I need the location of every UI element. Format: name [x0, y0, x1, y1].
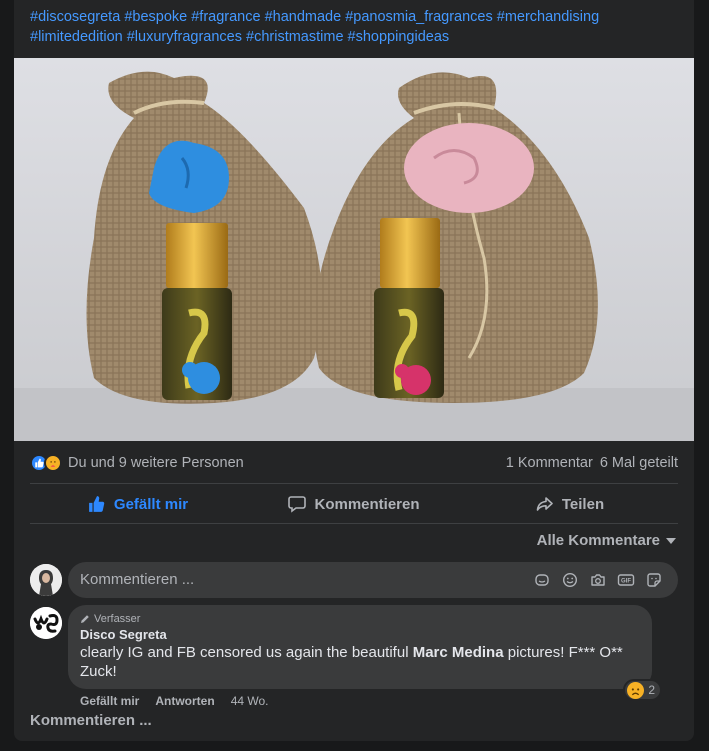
comments-filter-label: Alle Kommentare — [536, 532, 660, 549]
comment-input-box[interactable]: GIF — [68, 561, 678, 598]
author-badge: Verfasser — [80, 613, 640, 625]
sticker-icon[interactable] — [528, 566, 556, 594]
hashtag-link[interactable]: #limitededition — [30, 29, 123, 45]
comment-text-start: clearly IG and FB censored us again the … — [80, 644, 413, 661]
comment-input[interactable] — [80, 571, 528, 588]
emoji-icon[interactable] — [556, 566, 584, 594]
share-label: Teilen — [561, 495, 605, 513]
reaction-summary[interactable]: Du und 9 weitere Personen — [68, 455, 244, 471]
hashtag-link[interactable]: #shoppingideas — [348, 29, 450, 45]
hashtag-link[interactable]: #handmade — [265, 9, 342, 25]
hashtag-link[interactable]: #merchandising — [497, 9, 599, 25]
hashtag-link[interactable]: #discosegreta — [30, 9, 120, 25]
comment-meta: Gefällt mir Antworten 44 Wo. — [80, 694, 285, 708]
camera-icon[interactable] — [584, 566, 612, 594]
caret-down-icon — [666, 537, 676, 544]
comment-reaction-count: 2 — [648, 683, 655, 697]
comment-composer: GIF — [30, 561, 678, 598]
user-avatar[interactable] — [30, 563, 62, 596]
comment-button[interactable]: Kommentieren — [246, 485, 462, 523]
comment-icon — [288, 495, 307, 513]
post-photo[interactable] — [14, 58, 694, 441]
comment-reply-link[interactable]: Antworten — [155, 694, 214, 708]
divider — [30, 523, 678, 524]
svg-text:GIF: GIF — [621, 578, 631, 584]
comment-count[interactable]: 1 Kommentar — [506, 455, 593, 471]
comment-like-link[interactable]: Gefällt mir — [80, 694, 139, 708]
mention-link[interactable]: Marc Medina — [413, 644, 504, 661]
care-icon — [44, 454, 62, 472]
gif-icon[interactable]: GIF — [612, 566, 640, 594]
comments-filter-dropdown[interactable]: Alle Kommentare — [537, 532, 676, 549]
share-count[interactable]: 6 Mal geteilt — [600, 455, 678, 471]
comment-bubble: Verfasser Disco Segreta clearly IG and F… — [68, 605, 662, 701]
like-label: Gefällt mir — [113, 495, 189, 513]
reactions-bar: Du und 9 weitere Personen 1 Kommentar 6 … — [30, 451, 678, 475]
composer-tools: GIF — [528, 566, 668, 594]
like-button[interactable]: Gefällt mir — [30, 485, 246, 523]
share-icon — [536, 495, 554, 513]
write-comment-link[interactable]: Kommentieren ... — [30, 712, 152, 729]
share-button[interactable]: Teilen — [462, 485, 678, 523]
comment-author[interactable]: Disco Segreta — [80, 627, 640, 642]
author-badge-label: Verfasser — [94, 613, 141, 625]
thumbs-up-icon — [88, 495, 106, 513]
page-avatar[interactable] — [30, 607, 62, 639]
hashtag-link[interactable]: #panosmia_fragrances — [345, 9, 493, 25]
hashtag-link[interactable]: #fragrance — [191, 9, 260, 25]
post-hashtags: #discosegreta #bespoke #fragrance #handm… — [30, 7, 680, 47]
comment-text: clearly IG and FB censored us again the … — [80, 643, 640, 681]
hashtag-link[interactable]: #christmastime — [246, 29, 344, 45]
post-actions: Gefällt mir Kommentieren Teilen — [30, 485, 678, 523]
comment-label: Kommentieren — [314, 495, 420, 513]
comment-reactions[interactable]: 2 — [623, 679, 662, 701]
hashtag-link[interactable]: #bespoke — [124, 9, 187, 25]
sad-icon — [627, 681, 645, 699]
divider — [30, 483, 678, 484]
post-card: #discosegreta #bespoke #fragrance #handm… — [14, 0, 694, 741]
sticker-face-icon[interactable] — [640, 566, 668, 594]
reaction-icons[interactable] — [30, 454, 62, 472]
comment-timestamp[interactable]: 44 Wo. — [231, 694, 269, 708]
pencil-icon — [80, 614, 90, 624]
hashtag-link[interactable]: #luxuryfragrances — [127, 29, 242, 45]
